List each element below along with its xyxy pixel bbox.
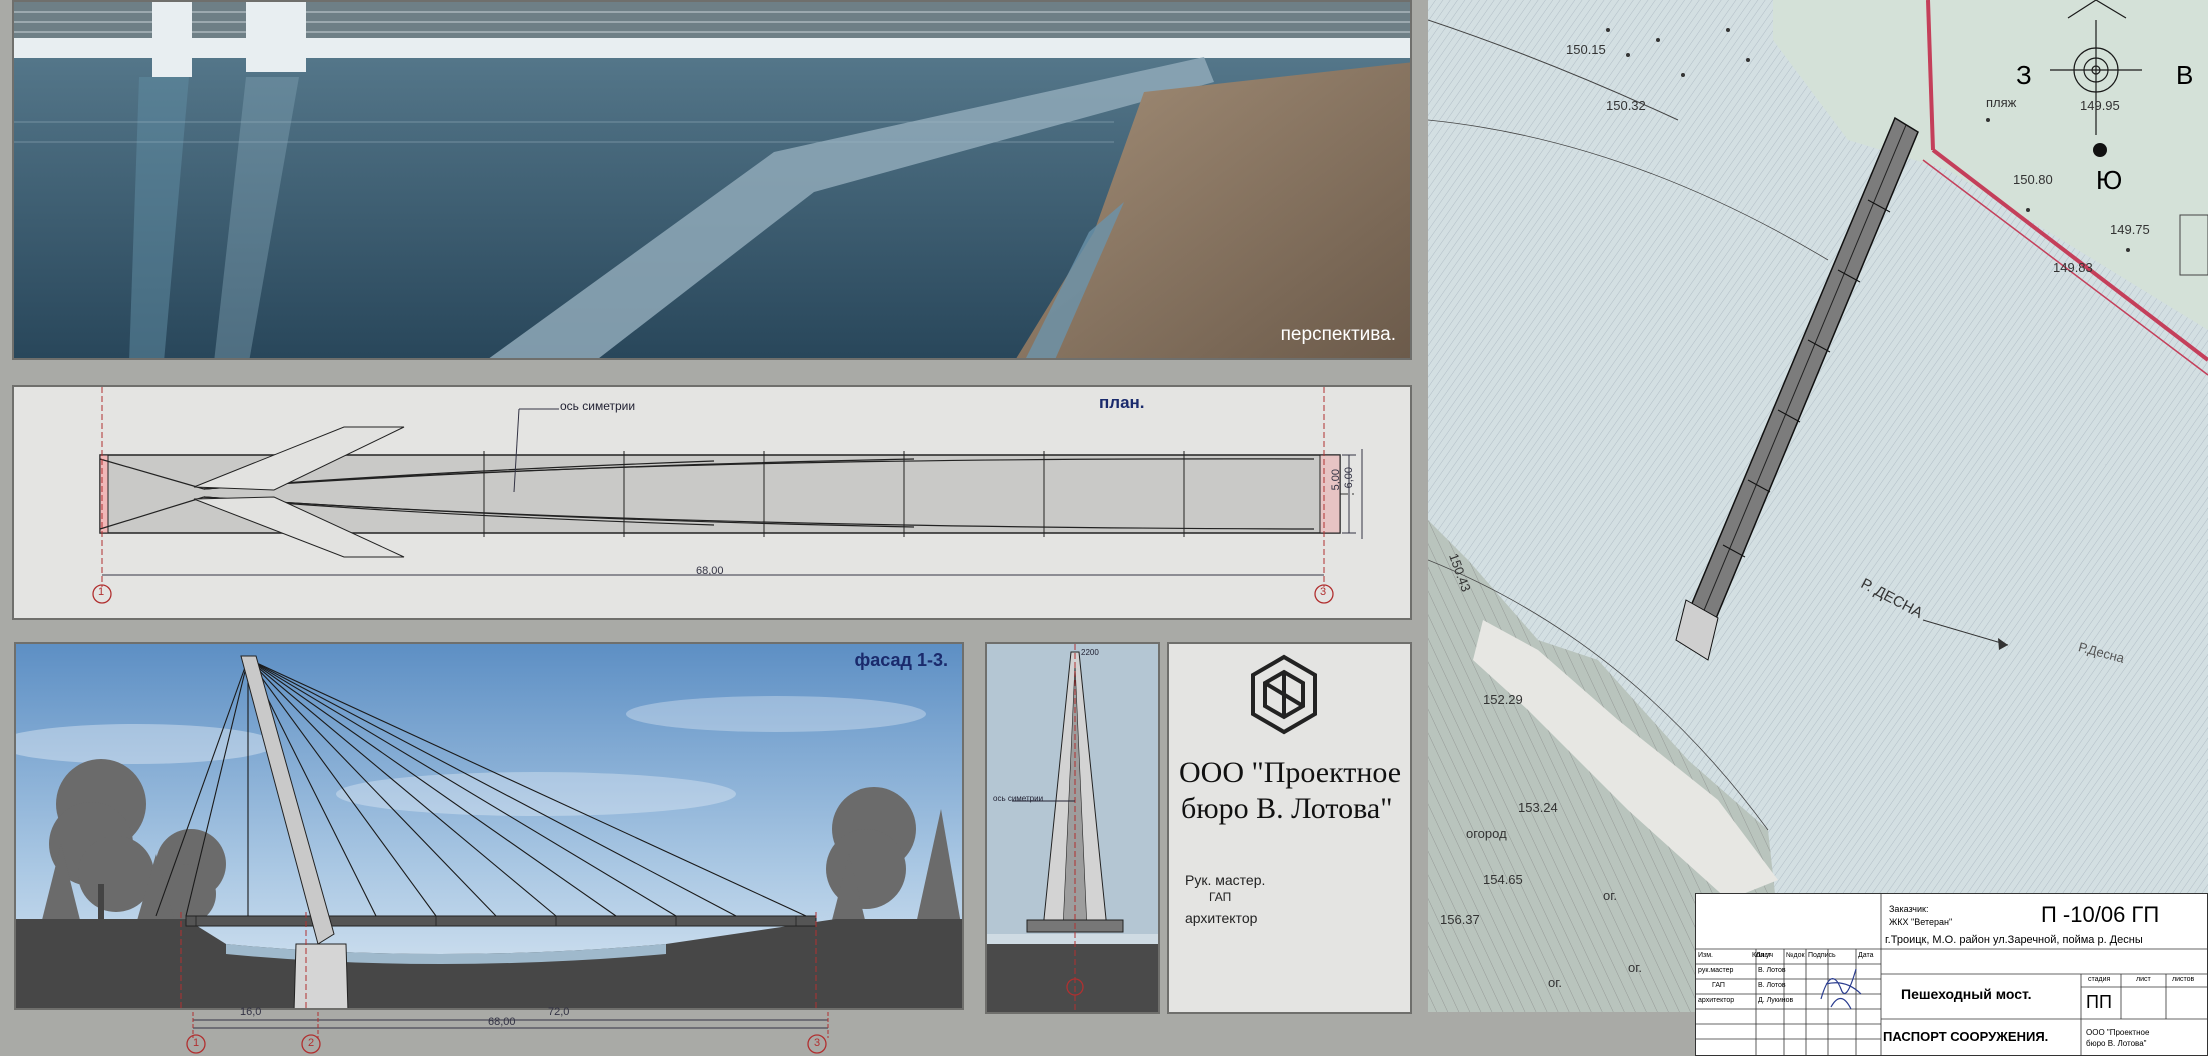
section-panel: ось симетрии 2200 — [985, 642, 1160, 1014]
row1-name: В. Лотов — [1758, 967, 1786, 974]
stamp-firm: ООО "Проектное бюро В. Лотова" — [2086, 1028, 2150, 1048]
plan-title: план. — [1099, 393, 1145, 412]
section-dim-top: 2200 — [1081, 648, 1099, 657]
plan-panel: ось симетрии план. 68,00 5,00 6,00 1 3 — [12, 385, 1412, 620]
compass-west: З — [2016, 60, 2032, 90]
row3-name: Д. Лукинов — [1758, 997, 1794, 1004]
facade-drawing — [16, 644, 962, 1008]
sheets-header: листов — [2172, 976, 2195, 983]
og-mark-3: ог. — [1548, 975, 1562, 990]
col-signature: Подпись — [1808, 952, 1836, 959]
facade-axis-3: 3 — [814, 1037, 821, 1049]
role-master: Рук. мастер. — [1185, 872, 1266, 888]
og-mark-1: ог. — [1603, 888, 1617, 903]
site-map-panel: З В Ю Р. ДЕСНА Р.Десна пляж огород 150.1… — [1428, 0, 2208, 1012]
customer-name: ЖКХ "Ветеран" — [1889, 917, 1953, 927]
facade-panel: фасад 1-3. — [14, 642, 964, 1010]
compass-east: В — [2176, 60, 2194, 90]
og-mark-2: ог. — [1628, 960, 1642, 975]
perspective-caption: перспектива. — [1280, 324, 1396, 345]
role-gap: ГАП — [1209, 890, 1232, 904]
col-date: Дата — [1858, 952, 1874, 959]
row1-role: рук.мастер — [1698, 967, 1734, 974]
stage-value: ПП — [2086, 992, 2112, 1012]
elev-3: 149.95 — [2080, 98, 2120, 113]
document-title: ПАСПОРТ СООРУЖЕНИЯ. — [1883, 1029, 2049, 1044]
company-panel: ООО "Проектное бюро В. Лотова" Рук. маст… — [1167, 642, 1412, 1014]
col-ndoc: №док — [1786, 952, 1805, 959]
map-beach: пляж — [1986, 95, 2017, 110]
customer-label: Заказчик: — [1889, 904, 1929, 914]
sheet-header: лист — [2136, 976, 2151, 983]
facade-dim-total: 68,00 — [488, 1016, 516, 1028]
elev-6: 149.83 — [2053, 260, 2093, 275]
section-drawing — [987, 644, 1158, 1012]
signature-mark — [1820, 968, 1862, 1010]
company-name-line1: ООО "Проектное — [1179, 756, 1402, 789]
perspective-render — [14, 2, 1410, 358]
facade-dim-right: 72,0 — [548, 1006, 570, 1018]
plan-axis-3-label: 3 — [1320, 586, 1327, 598]
company-logo — [1251, 654, 1317, 735]
perspective-panel: перспектива. — [12, 0, 1412, 360]
facade-axis-2: 2 — [308, 1037, 315, 1049]
plan-dim-inner: 5,00 — [1330, 469, 1342, 491]
col-list: Лист — [1756, 952, 1772, 959]
facade-title: фасад 1-3. — [854, 650, 948, 670]
project-code: П -10/06 ГП — [2041, 902, 2160, 927]
elev-9: 153.24 — [1518, 800, 1558, 815]
elev-4: 150.80 — [2013, 172, 2053, 187]
plan-dim-total: 68,00 — [696, 565, 724, 577]
object-name: Пешеходный мост. — [1901, 986, 2032, 1002]
plan-drawing — [92, 387, 1363, 604]
section-axis-note: ось симетрии — [993, 794, 1044, 803]
row2-role: ГАП — [1712, 982, 1725, 989]
elev-2: 150.32 — [1606, 98, 1646, 113]
plan-dim-outer: 6,00 — [1343, 467, 1355, 489]
elev-5: 149.75 — [2110, 222, 2150, 237]
elev-10: 154.65 — [1483, 872, 1523, 887]
map-garden: огород — [1466, 826, 1507, 841]
col-izm: Изм. — [1698, 952, 1713, 959]
role-architect: архитектор — [1185, 910, 1258, 926]
project-address: г.Троицк, М.О. район ул.Заречной, пойма … — [1885, 934, 2143, 946]
row2-name: В. Лотов — [1758, 982, 1786, 989]
stage-header: стадия — [2088, 976, 2111, 983]
elev-11: 156.37 — [1440, 912, 1480, 927]
site-map — [1428, 0, 2208, 1012]
elev-1: 150.15 — [1566, 42, 1606, 57]
plan-axis-note: ось симетрии — [560, 399, 636, 413]
elev-8: 152.29 — [1483, 692, 1523, 707]
row3-role: архитектор — [1698, 997, 1735, 1004]
facade-dim-left: 16,0 — [240, 1006, 262, 1018]
title-block: Заказчик: ЖКХ "Ветеран" П -10/06 ГП г.Тр… — [1695, 893, 2208, 1056]
plan-axis-1-label: 1 — [98, 586, 105, 598]
facade-axis-1: 1 — [193, 1037, 200, 1049]
compass-south: Ю — [2096, 165, 2123, 195]
company-name-line2: бюро В. Лотова" — [1181, 792, 1393, 825]
